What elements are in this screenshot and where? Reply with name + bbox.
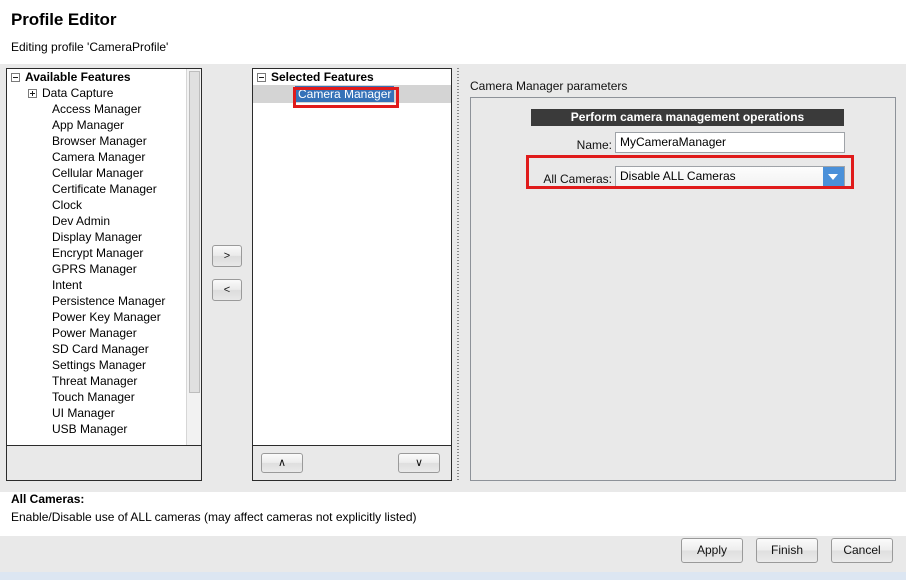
available-feature-item[interactable]: UI Manager [7,405,201,421]
available-features-root-label: Available Features [25,70,131,84]
name-label: Name: [576,138,612,152]
available-features-scrollbar-thumb[interactable] [189,71,200,393]
chevron-down-icon[interactable] [823,167,844,186]
selected-features-root-label: Selected Features [271,70,374,84]
available-feature-label: Dev Admin [52,214,111,228]
available-feature-item[interactable]: Certificate Manager [7,181,201,197]
remove-feature-button[interactable]: < [212,279,242,301]
available-feature-item[interactable]: Touch Manager [7,389,201,405]
available-feature-label: Encrypt Manager [52,246,144,260]
available-feature-item[interactable]: Cellular Manager [7,165,201,181]
available-feature-label: SD Card Manager [52,342,149,356]
available-feature-label: UI Manager [52,406,115,420]
section-header: Perform camera management operations [531,109,844,126]
available-feature-label: USB Manager [52,422,128,436]
available-feature-label: Persistence Manager [52,294,166,308]
dialog-button-bar: Apply Finish Cancel [0,536,906,572]
available-features-items: Data Capture Access Manager App Manager Bro… [7,85,201,437]
available-feature-label: Camera Manager [52,150,146,164]
move-up-button[interactable]: ∧ [261,453,303,473]
parameters-panel: Perform camera management operations Nam… [470,97,896,481]
available-feature-label: Browser Manager [52,134,147,148]
available-feature-item[interactable]: Data Capture [7,85,201,101]
available-feature-item[interactable]: Clock [7,197,201,213]
available-feature-label: GPRS Manager [52,262,137,276]
available-features-panel: Available Features Data Capture Access Ma… [6,68,202,481]
available-feature-item[interactable]: Encrypt Manager [7,245,201,261]
available-feature-item[interactable]: Camera Manager [7,149,201,165]
available-feature-label: Threat Manager [52,374,138,388]
help-panel: All Cameras: Enable/Disable use of ALL c… [0,492,906,536]
selected-features-panel: Selected Features Camera Manager ∧ ∨ [252,68,452,481]
available-feature-label: Certificate Manager [52,182,157,196]
all-cameras-value: Disable ALL Cameras [620,169,736,183]
available-features-root[interactable]: Available Features [7,69,201,85]
available-features-empty-area [7,445,201,480]
minus-box-icon[interactable] [257,73,266,83]
parameters-title: Camera Manager parameters [470,79,628,93]
selected-features-root[interactable]: Selected Features [253,69,451,85]
available-feature-item[interactable]: USB Manager [7,421,201,437]
minus-box-icon[interactable] [11,73,20,83]
cancel-button[interactable]: Cancel [831,538,893,563]
available-feature-label: Power Manager [52,326,137,340]
page-title: Profile Editor [11,10,117,29]
selected-feature-camera-manager[interactable]: Camera Manager [295,86,395,102]
selected-features-footer: ∧ ∨ [253,445,451,480]
available-feature-item[interactable]: Power Key Manager [7,309,201,325]
page-subtitle: Editing profile 'CameraProfile' [11,40,169,54]
available-features-scrollbar[interactable] [186,69,201,445]
available-feature-item[interactable]: Threat Manager [7,373,201,389]
header: Profile Editor Editing profile 'CameraPr… [0,0,906,64]
all-cameras-label: All Cameras: [543,172,612,186]
help-title: All Cameras: [11,492,85,506]
available-feature-label: Power Key Manager [52,310,161,324]
available-feature-item[interactable]: GPRS Manager [7,261,201,277]
available-feature-label: App Manager [52,118,125,132]
available-feature-label: Data Capture [42,86,114,100]
all-cameras-dropdown[interactable]: Disable ALL Cameras [615,166,845,187]
available-feature-item[interactable]: Display Manager [7,229,201,245]
available-feature-label: Display Manager [52,230,143,244]
available-feature-item[interactable]: App Manager [7,117,201,133]
available-feature-item[interactable]: Browser Manager [7,133,201,149]
bottom-strip [0,572,906,580]
name-field[interactable]: MyCameraManager [615,132,845,153]
available-feature-item[interactable]: Power Manager [7,325,201,341]
available-feature-item[interactable]: Intent [7,277,201,293]
available-feature-item[interactable]: Persistence Manager [7,293,201,309]
finish-button[interactable]: Finish [756,538,818,563]
available-feature-label: Touch Manager [52,390,135,404]
available-feature-item[interactable]: Dev Admin [7,213,201,229]
selected-features-tree[interactable]: Selected Features Camera Manager [253,69,451,445]
available-feature-label: Clock [52,198,83,212]
available-feature-label: Intent [52,278,83,292]
available-feature-item[interactable]: Access Manager [7,101,201,117]
available-feature-item[interactable]: SD Card Manager [7,341,201,357]
list-item[interactable]: Camera Manager [253,85,451,103]
help-text: Enable/Disable use of ALL cameras (may a… [11,510,417,524]
move-down-button[interactable]: ∨ [398,453,440,473]
panel-splitter[interactable] [455,68,461,481]
available-feature-label: Access Manager [52,102,142,116]
add-feature-button[interactable]: > [212,245,242,267]
available-feature-item[interactable]: Settings Manager [7,357,201,373]
available-feature-label: Settings Manager [52,358,147,372]
available-feature-label: Cellular Manager [52,166,144,180]
apply-button[interactable]: Apply [681,538,743,563]
available-features-tree[interactable]: Available Features Data Capture Access Ma… [7,69,201,445]
plus-box-icon[interactable] [28,89,37,99]
